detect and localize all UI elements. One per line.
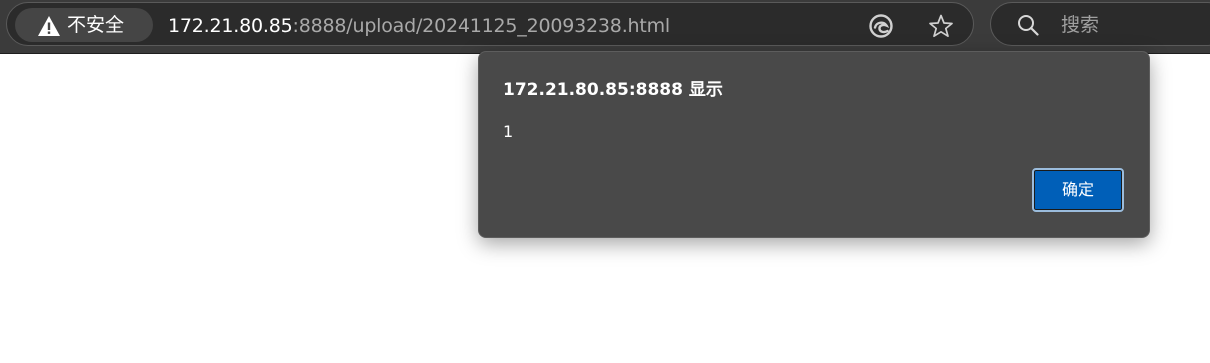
dialog-message: 1 bbox=[503, 122, 514, 141]
search-icon bbox=[1018, 15, 1039, 36]
ok-button[interactable]: 确定 bbox=[1032, 168, 1124, 212]
search-input[interactable]: 搜索 bbox=[1061, 14, 1201, 36]
warning-triangle-icon bbox=[38, 16, 60, 36]
edge-copilot-icon[interactable] bbox=[869, 14, 893, 38]
security-label: 不安全 bbox=[67, 14, 125, 36]
alert-dialog: 172.21.80.85:8888 显示 1 确定 bbox=[478, 51, 1150, 238]
url-path: :8888/upload/20241125_20093238.html bbox=[292, 15, 671, 37]
site-security-chip[interactable]: 不安全 bbox=[15, 8, 153, 42]
address-bar[interactable]: 不安全 172.21.80.85:8888/upload/20241125_20… bbox=[6, 2, 974, 46]
dialog-title: 172.21.80.85:8888 显示 bbox=[503, 80, 723, 100]
search-box[interactable]: 搜索 bbox=[990, 2, 1210, 46]
browser-toolbar: 不安全 172.21.80.85:8888/upload/20241125_20… bbox=[0, 0, 1210, 54]
url-host: 172.21.80.85 bbox=[168, 15, 293, 37]
url-text[interactable]: 172.21.80.85:8888/upload/20241125_200932… bbox=[168, 15, 670, 37]
star-icon[interactable] bbox=[928, 13, 954, 39]
